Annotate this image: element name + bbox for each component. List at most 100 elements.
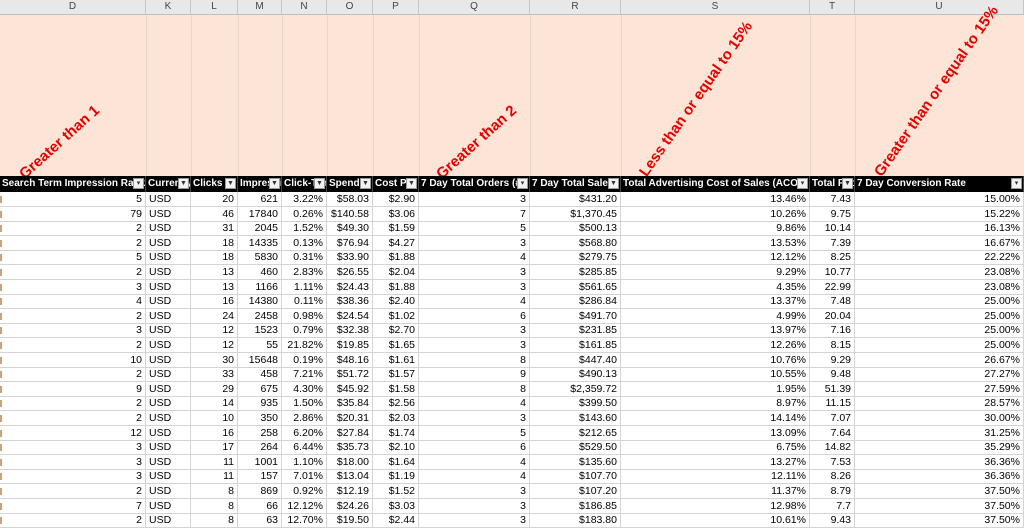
table-cell[interactable]: 25.00% <box>855 338 1024 353</box>
column-letter-d[interactable]: D <box>0 0 146 14</box>
table-cell[interactable]: 5 <box>0 250 146 266</box>
header-cell[interactable]: Total Advertising Cost of Sales (ACOS) ▾ <box>621 176 810 192</box>
table-cell[interactable]: USD <box>146 206 191 222</box>
table-cell[interactable]: USD <box>146 308 191 324</box>
table-cell[interactable]: 4 <box>419 250 530 266</box>
table-cell[interactable]: $35.84 <box>327 396 373 412</box>
table-cell[interactable]: 7.7 <box>810 498 855 514</box>
table-cell[interactable]: $500.13 <box>530 221 621 237</box>
table-cell[interactable]: 10 <box>191 411 238 426</box>
table-cell[interactable]: 51.39 <box>810 381 855 397</box>
table-cell[interactable]: 10 <box>0 352 146 368</box>
column-letter-s[interactable]: S <box>621 0 810 14</box>
table-cell[interactable]: 12.98% <box>621 498 810 514</box>
table-cell[interactable]: $1.74 <box>373 425 419 441</box>
table-cell[interactable]: 25.00% <box>855 323 1024 339</box>
table-cell[interactable]: $161.85 <box>530 338 621 353</box>
column-letter-p[interactable]: P <box>373 0 419 14</box>
table-cell[interactable]: $1.64 <box>373 454 419 470</box>
table-cell[interactable]: 9 <box>0 381 146 397</box>
table-cell[interactable]: USD <box>146 484 191 499</box>
table-cell[interactable]: $27.84 <box>327 425 373 441</box>
table-cell[interactable]: 14.14% <box>621 411 810 426</box>
filter-dropdown-icon[interactable]: ▼ <box>314 178 325 189</box>
table-cell[interactable]: 3 <box>419 338 530 353</box>
table-cell[interactable]: 55 <box>238 338 282 353</box>
table-cell[interactable]: 33 <box>191 367 238 383</box>
table-cell[interactable]: USD <box>146 221 191 237</box>
table-cell[interactable]: 30.00% <box>855 411 1024 426</box>
table-cell[interactable]: 8.79 <box>810 484 855 499</box>
header-cell[interactable]: Impressions▼ <box>238 176 282 192</box>
table-cell[interactable]: $32.38 <box>327 323 373 339</box>
table-cell[interactable]: $431.20 <box>530 192 621 207</box>
filter-dropdown-icon[interactable]: ▼ <box>406 178 417 189</box>
table-cell[interactable]: 14335 <box>238 235 282 251</box>
table-cell[interactable]: 11 <box>191 454 238 470</box>
table-cell[interactable]: 8 <box>419 381 530 397</box>
table-cell[interactable]: 8.26 <box>810 469 855 485</box>
table-cell[interactable]: 12.70% <box>282 513 327 528</box>
table-cell[interactable]: USD <box>146 513 191 528</box>
table-cell[interactable]: 3 <box>0 440 146 456</box>
table-cell[interactable]: 16.67% <box>855 235 1024 251</box>
table-cell[interactable]: 8.97% <box>621 396 810 412</box>
table-cell[interactable]: 3 <box>419 411 530 426</box>
table-cell[interactable]: 12.12% <box>282 498 327 514</box>
table-cell[interactable]: USD <box>146 338 191 353</box>
table-cell[interactable]: 79 <box>0 206 146 222</box>
header-cell[interactable]: 7 Day Total Orders (#) ▾ <box>419 176 530 192</box>
table-cell[interactable]: 25.00% <box>855 308 1024 324</box>
table-cell[interactable]: 12.26% <box>621 338 810 353</box>
table-cell[interactable]: $51.72 <box>327 367 373 383</box>
filter-active-icon[interactable]: ▾ <box>1011 178 1022 189</box>
table-cell[interactable]: $2.10 <box>373 440 419 456</box>
table-cell[interactable]: $231.85 <box>530 323 621 339</box>
table-cell[interactable]: 20 <box>191 192 238 207</box>
table-cell[interactable]: $1.19 <box>373 469 419 485</box>
header-cell[interactable]: Cost Per Click (CPC)▼ <box>373 176 419 192</box>
table-cell[interactable]: 935 <box>238 396 282 412</box>
column-letter-q[interactable]: Q <box>419 0 530 14</box>
table-cell[interactable]: $3.03 <box>373 498 419 514</box>
table-cell[interactable]: $529.50 <box>530 440 621 456</box>
table-cell[interactable]: 8 <box>191 484 238 499</box>
table-cell[interactable]: 16 <box>191 294 238 310</box>
table-cell[interactable]: $48.16 <box>327 352 373 368</box>
table-cell[interactable]: 11 <box>191 469 238 485</box>
table-cell[interactable]: 2 <box>0 338 146 353</box>
table-cell[interactable]: $107.70 <box>530 469 621 485</box>
table-cell[interactable]: 23.08% <box>855 279 1024 295</box>
table-cell[interactable]: 4.99% <box>621 308 810 324</box>
table-cell[interactable]: 31.25% <box>855 425 1024 441</box>
table-cell[interactable]: 2 <box>0 411 146 426</box>
table-cell[interactable]: 2.86% <box>282 411 327 426</box>
table-cell[interactable]: 460 <box>238 265 282 280</box>
filter-active-icon[interactable]: ▾ <box>133 178 144 189</box>
table-cell[interactable]: USD <box>146 367 191 383</box>
table-cell[interactable]: 13.37% <box>621 294 810 310</box>
table-cell[interactable]: 264 <box>238 440 282 456</box>
table-cell[interactable]: $399.50 <box>530 396 621 412</box>
filter-dropdown-icon[interactable]: ▼ <box>178 178 189 189</box>
table-cell[interactable]: 157 <box>238 469 282 485</box>
table-cell[interactable]: 13.97% <box>621 323 810 339</box>
table-cell[interactable]: $1.88 <box>373 279 419 295</box>
table-cell[interactable]: 35.29% <box>855 440 1024 456</box>
table-cell[interactable]: $2.90 <box>373 192 419 207</box>
table-cell[interactable]: 8 <box>191 498 238 514</box>
table-cell[interactable]: $2.40 <box>373 294 419 310</box>
table-cell[interactable]: $4.27 <box>373 235 419 251</box>
column-letter-r[interactable]: R <box>530 0 621 14</box>
table-cell[interactable]: $35.73 <box>327 440 373 456</box>
table-cell[interactable]: $26.55 <box>327 265 373 280</box>
table-cell[interactable]: 4 <box>419 454 530 470</box>
table-cell[interactable]: $2.03 <box>373 411 419 426</box>
table-cell[interactable]: 9.75 <box>810 206 855 222</box>
table-cell[interactable]: $107.20 <box>530 484 621 499</box>
table-cell[interactable]: 6 <box>419 308 530 324</box>
table-cell[interactable]: $12.19 <box>327 484 373 499</box>
table-cell[interactable]: 5 <box>419 221 530 237</box>
table-cell[interactable]: 15648 <box>238 352 282 368</box>
table-cell[interactable]: 3 <box>0 279 146 295</box>
